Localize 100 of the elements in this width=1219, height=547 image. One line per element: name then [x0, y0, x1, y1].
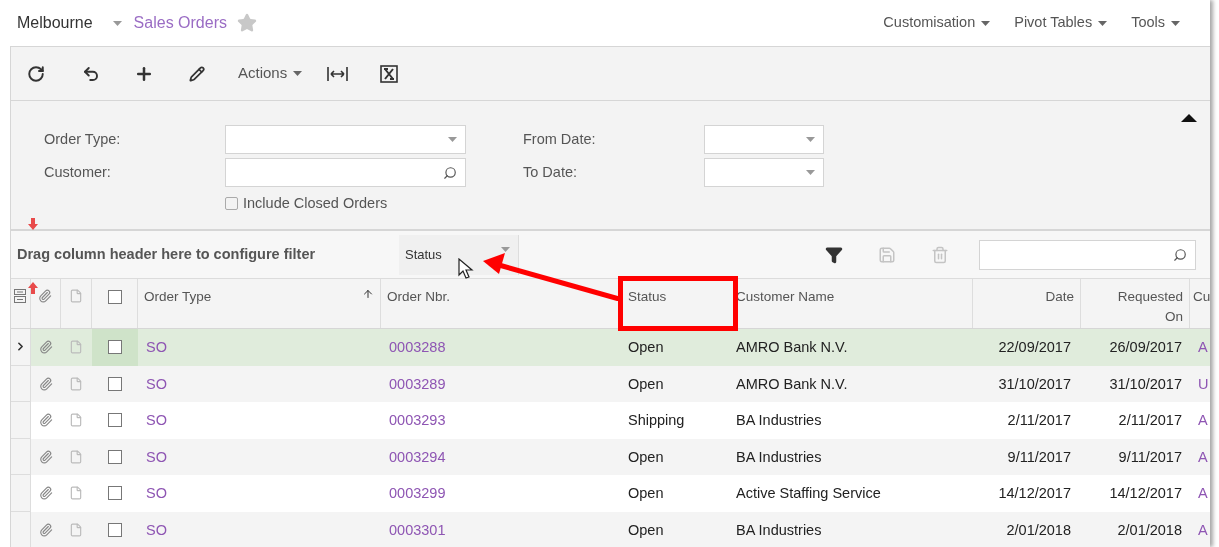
- table-cell: AMRO Bank N.V.: [736, 339, 848, 356]
- column-header[interactable]: Order Type: [138, 279, 381, 328]
- attachment-icon[interactable]: [38, 413, 53, 428]
- collapse-icon[interactable]: [1181, 114, 1197, 122]
- table-link[interactable]: SO: [146, 448, 167, 465]
- edit-icon[interactable]: [189, 65, 205, 82]
- table-cell: Shipping: [628, 412, 685, 429]
- checkbox-label[interactable]: Include Closed Orders: [243, 193, 388, 215]
- table-cell: 31/10/2017: [998, 375, 1071, 392]
- table-link[interactable]: SO: [146, 485, 167, 502]
- top-menu-item[interactable]: Customisation: [883, 12, 991, 34]
- attachment-icon[interactable]: [38, 486, 53, 501]
- table-link[interactable]: 0003293: [389, 412, 446, 429]
- table-cell: Open: [628, 521, 664, 538]
- lookup-field[interactable]: [225, 158, 466, 187]
- column-header[interactable]: Requested On: [1081, 279, 1190, 328]
- table-row[interactable]: SO 0003289 Open AMRO Bank N.V. 31/10/2017 31/10/2017 U: [11, 365, 1210, 402]
- checkbox[interactable]: [107, 290, 122, 304]
- table-link[interactable]: SO: [146, 412, 167, 429]
- caret-icon: [806, 137, 815, 142]
- table-link[interactable]: A: [1198, 448, 1208, 465]
- fit-width-icon[interactable]: [327, 65, 349, 82]
- favorite-star-icon[interactable]: [237, 13, 257, 33]
- filter-label: Order Type:: [44, 129, 122, 149]
- note-icon: [69, 289, 83, 303]
- date-field[interactable]: [704, 158, 824, 187]
- table-link[interactable]: A: [1198, 412, 1208, 429]
- table-cell: 22/09/2017: [998, 339, 1071, 356]
- company-name[interactable]: Melbourne: [17, 11, 93, 35]
- column-header[interactable]: Customer Name: [733, 279, 973, 328]
- column-header[interactable]: Status: [620, 279, 733, 328]
- table-cell: AMRO Bank N.V.: [736, 375, 848, 392]
- table-link[interactable]: 0003289: [389, 375, 446, 392]
- table-link[interactable]: 0003288: [389, 339, 446, 356]
- table-row[interactable]: SO 0003299 Open Active Staffing Service 14/12/2017 14/12/2017 A: [11, 475, 1210, 512]
- select-field[interactable]: [225, 125, 466, 154]
- table-link[interactable]: SO: [146, 339, 167, 356]
- table-link[interactable]: 0003294: [389, 448, 446, 465]
- column-header[interactable]: Date: [973, 279, 1081, 328]
- attachment-icon[interactable]: [38, 376, 53, 391]
- table-link[interactable]: 0003301: [389, 521, 446, 538]
- grid-search-field[interactable]: [979, 239, 1196, 270]
- excel-export-icon[interactable]: [380, 64, 399, 83]
- actions-menu[interactable]: Actions: [238, 62, 303, 85]
- screen-title[interactable]: Sales Orders: [133, 11, 227, 35]
- filter-label: From Date:: [523, 129, 597, 149]
- sort-ascending-icon[interactable]: [362, 288, 374, 300]
- caret-icon: [501, 246, 510, 252]
- checkbox[interactable]: [108, 376, 123, 391]
- column-header[interactable]: Cu: [1190, 279, 1210, 328]
- undo-icon[interactable]: [82, 64, 100, 83]
- table-link[interactable]: A: [1198, 521, 1208, 538]
- attachment-icon[interactable]: [38, 449, 53, 464]
- note-icon[interactable]: [69, 486, 84, 501]
- date-field[interactable]: [704, 125, 824, 154]
- filter-icon[interactable]: [825, 245, 843, 264]
- column-header[interactable]: Order Nbr.: [381, 279, 620, 328]
- table-link[interactable]: A: [1198, 339, 1208, 356]
- table-cell: BA Industries: [736, 448, 822, 465]
- table-row[interactable]: SO 0003288 Open AMRO Bank N.V. 22/09/2017 26/09/2017 A: [11, 329, 1210, 366]
- checkbox[interactable]: [108, 413, 123, 428]
- caret-icon: [293, 71, 303, 76]
- refresh-icon[interactable]: [27, 64, 45, 83]
- caret-icon: [1171, 20, 1180, 26]
- table-cell: Open: [628, 375, 664, 392]
- group-bar-hint: Drag column header here to configure filter: [17, 244, 317, 264]
- checkbox[interactable]: [108, 522, 123, 537]
- table-cell: Open: [628, 485, 664, 502]
- drop-marker-icon: [28, 282, 38, 294]
- caret-icon: [981, 20, 991, 26]
- table-link[interactable]: SO: [146, 521, 167, 538]
- table-row[interactable]: SO 0003293 Shipping BA Industries 2/11/2017 2/11/2017 A: [11, 402, 1210, 439]
- row-menu-icon[interactable]: [14, 289, 27, 303]
- drop-marker-icon: [28, 218, 38, 230]
- note-icon[interactable]: [69, 413, 84, 428]
- table-cell: 9/11/2017: [1007, 448, 1071, 465]
- table-link[interactable]: U: [1198, 375, 1209, 392]
- group-chip[interactable]: Status: [399, 234, 519, 275]
- checkbox[interactable]: [108, 340, 123, 355]
- table-cell: 14/12/2017: [998, 485, 1071, 502]
- attachment-icon[interactable]: [38, 340, 53, 355]
- table-cell: 26/09/2017: [1109, 339, 1182, 356]
- caret-icon: [448, 137, 457, 142]
- table-cell: Open: [628, 339, 664, 356]
- table-cell: 2/11/2017: [1007, 412, 1071, 429]
- table-row[interactable]: SO 0003294 Open BA Industries 9/11/2017 9/11/2017 A: [11, 438, 1210, 475]
- checkbox[interactable]: [108, 449, 123, 464]
- checkbox[interactable]: [225, 197, 238, 211]
- table-link[interactable]: A: [1198, 485, 1208, 502]
- search-icon[interactable]: [1173, 247, 1187, 262]
- attachment-icon[interactable]: [38, 522, 53, 537]
- attachment-icon: [38, 289, 53, 303]
- table-link[interactable]: 0003299: [389, 485, 446, 502]
- search-icon[interactable]: [443, 165, 457, 180]
- top-menu-item[interactable]: Pivot Tables: [1014, 12, 1108, 34]
- table-link[interactable]: SO: [146, 375, 167, 392]
- top-menu-item[interactable]: Tools: [1131, 12, 1180, 34]
- checkbox[interactable]: [108, 486, 123, 501]
- table-cell: 14/12/2017: [1109, 485, 1182, 502]
- save-icon: [878, 245, 896, 264]
